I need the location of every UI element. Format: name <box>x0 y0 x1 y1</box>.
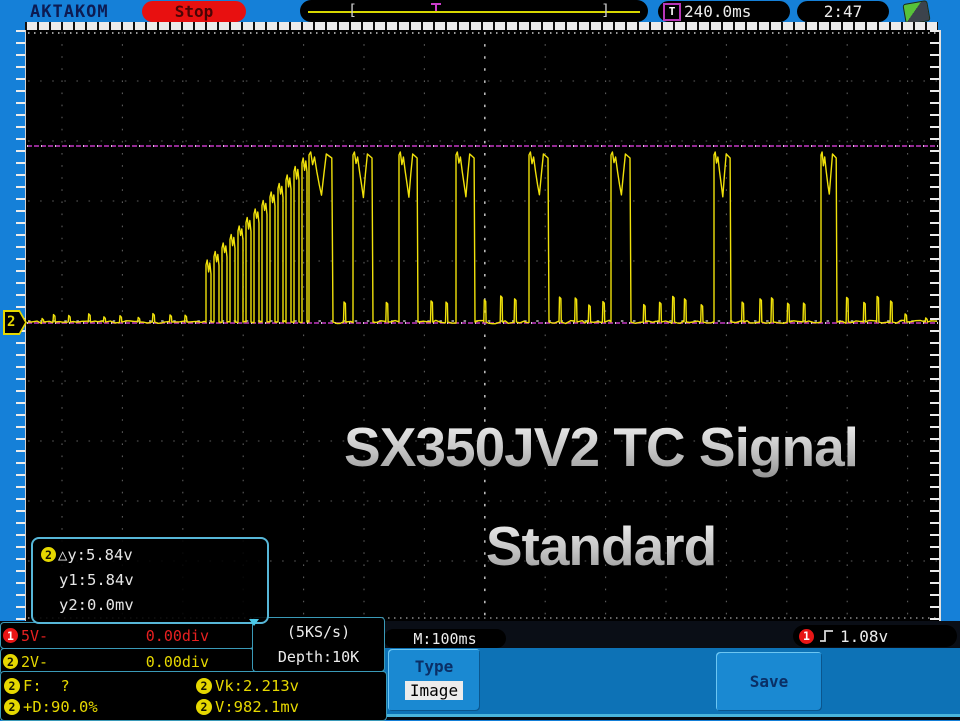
cursor-dy-value: △y:5.84v <box>58 546 133 564</box>
watermark-line-1: SX350JV2 TC Signal <box>271 398 931 497</box>
trigger-time-pill: T 240.0ms <box>658 1 790 22</box>
trigger-time-marker-icon <box>431 3 441 11</box>
measurements-panel: 2 F: ? 2 Vk:2.213v 2 +D:90.0% 2 V:982.1m… <box>0 671 387 721</box>
brand-label: AKTAKOM <box>30 2 109 22</box>
memory-depth-value: Depth:10K <box>278 645 359 670</box>
status-bar: Type Image Save 1 5V- 0.00div 2 2V- 0.00… <box>0 621 960 720</box>
timebase-pill: M:100ms <box>384 629 506 648</box>
channel-2-scale: 2V- <box>21 653 48 671</box>
run-state-label: Stop <box>175 2 214 21</box>
cursor-readout-panel: 2△y:5.84v y1:5.84v y2:0.0mv <box>31 537 269 624</box>
channel-2-offset: 0.00div <box>146 653 209 671</box>
acquisition-info: (5KS/s) Depth:10K <box>252 617 385 672</box>
measurement-duty: 2 +D:90.0% <box>4 698 196 716</box>
sample-rate-value: (5KS/s) <box>287 620 350 645</box>
channel-1-offset: 0.00div <box>146 627 209 645</box>
oscilloscope-screen: AKTAKOM Stop [ ] T 240.0ms 2:47 SX350JV2… <box>0 0 960 720</box>
window-left-bracket: [ <box>348 1 357 19</box>
measurement-badge: 2 <box>196 699 212 715</box>
trigger-level-pill: 1 1.08v <box>793 625 957 647</box>
measurement-value: F: ? <box>23 677 70 695</box>
trigger-level-value: 1.08v <box>840 627 888 646</box>
measurement-value: V:982.1mv <box>215 698 299 716</box>
channel-2-marker-label: 2 <box>7 314 15 330</box>
channel-1-scale: 5V- <box>21 627 48 645</box>
measurement-badge: 2 <box>4 699 20 715</box>
measurement-value: Vk:2.213v <box>215 677 299 695</box>
type-button[interactable]: Type Image <box>388 649 480 711</box>
channel-1-badge: 1 <box>3 628 18 643</box>
screen-top-ticks <box>25 22 938 30</box>
measurement-frequency: 2 F: ? <box>4 677 196 695</box>
channel-2-status-badge: 2 <box>3 654 18 669</box>
trigger-source-badge: 1 <box>799 629 814 644</box>
window-right-bracket: ] <box>601 1 610 19</box>
cursor-y2-value: y2:0.0mv <box>59 596 134 614</box>
measurement-vk: 2 Vk:2.213v <box>196 677 386 695</box>
rising-edge-icon <box>818 628 836 644</box>
top-bar: AKTAKOM Stop [ ] T 240.0ms 2:47 <box>0 0 960 22</box>
channel-2-position-marker[interactable]: 2 <box>3 310 27 335</box>
clock-pill: 2:47 <box>797 1 889 22</box>
measurement-badge: 2 <box>4 678 20 694</box>
screen-right-ticks <box>930 30 939 621</box>
cursor-y1-value: y1:5.84v <box>59 571 134 589</box>
measurement-value: +D:90.0% <box>23 698 98 716</box>
measurement-badge: 2 <box>196 678 212 694</box>
watermark-text: SX350JV2 TC Signal Standard <box>271 398 931 596</box>
save-button[interactable]: Save <box>716 652 822 711</box>
clock-value: 2:47 <box>824 2 863 21</box>
waveform-display: SX350JV2 TC Signal Standard 2△y:5.84v y1… <box>25 30 941 622</box>
channel-1-status: 1 5V- 0.00div <box>0 622 254 649</box>
trigger-position-line <box>308 11 640 13</box>
type-button-value: Image <box>405 681 463 700</box>
trigger-position-bar: [ ] <box>300 0 648 22</box>
save-button-label: Save <box>750 672 789 691</box>
measurement-voltage: 2 V:982.1mv <box>196 698 386 716</box>
run-stop-button[interactable]: Stop <box>142 1 246 22</box>
menu-bar: Type Image Save <box>383 648 960 717</box>
trigger-time-value: 240.0ms <box>684 2 751 21</box>
type-button-label: Type <box>388 657 480 676</box>
trigger-t-icon: T <box>663 3 681 21</box>
watermark-line-2: Standard <box>271 497 931 596</box>
channel-2-badge: 2 <box>41 547 56 562</box>
timebase-value: M:100ms <box>413 630 476 648</box>
